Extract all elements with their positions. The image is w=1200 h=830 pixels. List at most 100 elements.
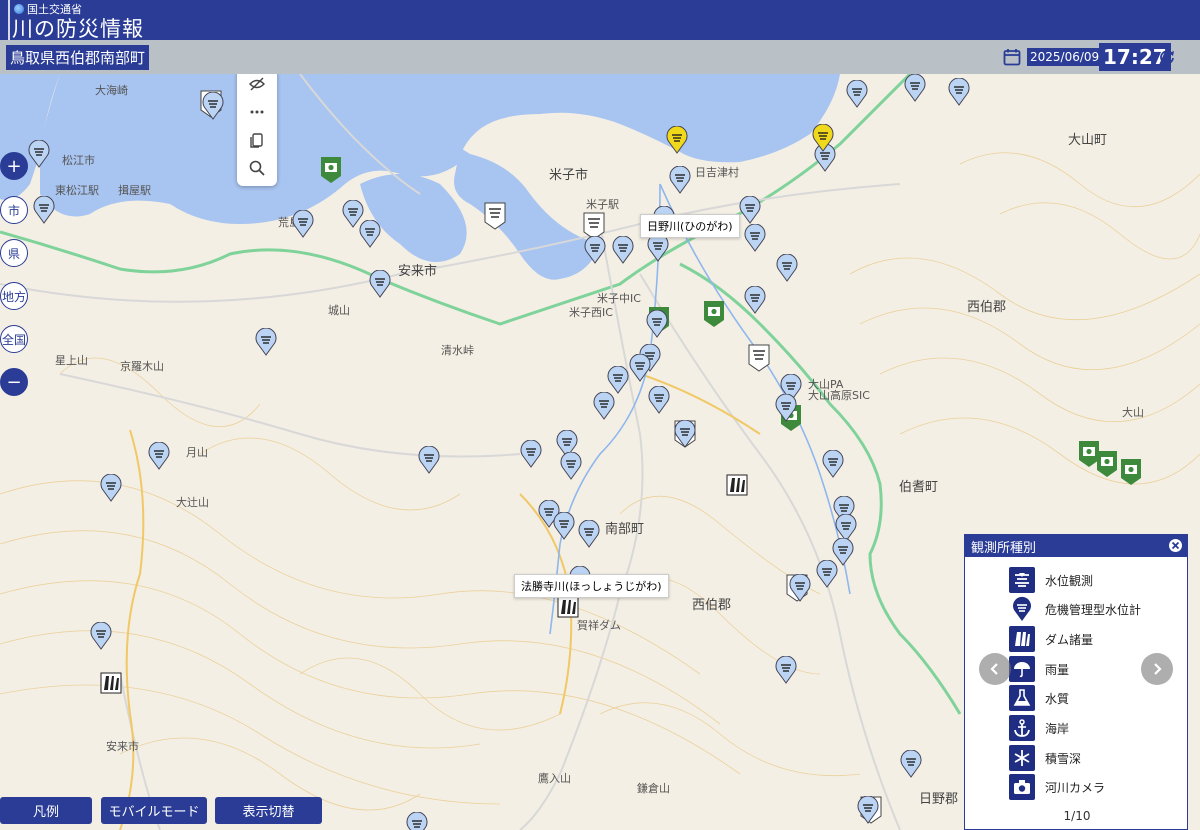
dam-marker-icon[interactable] [100, 672, 122, 700]
legend-label: 海岸 [1045, 721, 1070, 736]
search-icon[interactable] [247, 158, 267, 178]
water-level-marker-icon[interactable] [776, 254, 798, 282]
water-level-marker-icon[interactable] [578, 520, 600, 548]
water-level-box-marker-icon[interactable] [748, 344, 770, 372]
map-tool-palette [237, 74, 277, 186]
zoom-out-button[interactable]: − [0, 368, 28, 396]
location-name: 鳥取県西伯郡南部町 [6, 45, 150, 70]
legend-label: 水質 [1045, 691, 1070, 706]
water-level-marker-icon[interactable] [292, 210, 314, 238]
water-level-marker-icon[interactable] [775, 394, 797, 422]
water-level-marker-icon[interactable] [647, 234, 669, 262]
legend-label: ダム諸量 [1045, 632, 1094, 647]
water-level-marker-icon[interactable] [359, 220, 381, 248]
water-level-marker-icon[interactable] [202, 92, 224, 120]
water-level-marker-icon[interactable] [593, 392, 615, 420]
legend-label: 積雪深 [1045, 751, 1082, 766]
dam-marker-icon[interactable] [557, 596, 579, 624]
water-level-marker-icon[interactable] [812, 124, 834, 152]
more-icon[interactable] [247, 102, 267, 122]
scale-city-button[interactable]: 市 [0, 196, 28, 224]
location-bar: 鳥取県西伯郡南部町 2025/06/09 17:27 [0, 40, 1200, 74]
water-level-marker-icon[interactable] [744, 224, 766, 252]
umbrella-icon [1009, 656, 1035, 682]
dam-marker-icon[interactable] [726, 474, 748, 502]
water-level-marker-icon[interactable] [669, 166, 691, 194]
water-level-marker-icon[interactable] [90, 622, 112, 650]
water-level-marker-icon[interactable] [948, 78, 970, 106]
zoom-in-button[interactable]: + [0, 152, 28, 180]
water-level-marker-icon[interactable] [255, 328, 277, 356]
water-level-marker-icon[interactable] [553, 512, 575, 540]
scale-region-button[interactable]: 地方 [0, 282, 28, 310]
water-level-marker-icon[interactable] [100, 474, 122, 502]
camera-marker-icon[interactable] [320, 156, 342, 184]
display-toggle-button[interactable]: 表示切替 [215, 797, 322, 824]
app-title[interactable]: 川の防災情報 [12, 13, 144, 43]
water-level-box-marker-icon[interactable] [484, 202, 506, 230]
place-label: 京羅木山 [120, 360, 164, 373]
scale-prefecture-button[interactable]: 県 [0, 239, 28, 267]
close-icon[interactable] [1168, 538, 1183, 553]
water-level-marker-icon[interactable] [739, 196, 761, 224]
place-label: 米子駅 [586, 198, 619, 211]
legend-prev-button[interactable] [979, 653, 1011, 685]
water-level-marker-icon[interactable] [28, 140, 50, 168]
water-level-marker-icon[interactable] [822, 450, 844, 478]
water-level-marker-icon[interactable] [584, 236, 606, 264]
copy-icon[interactable] [247, 130, 267, 150]
place-label: 月山 [186, 446, 208, 459]
camera-marker-icon[interactable] [703, 300, 725, 328]
water-level-marker-icon[interactable] [607, 366, 629, 394]
water-level-marker-icon[interactable] [33, 196, 55, 224]
place-label: 鎌倉山 [637, 782, 670, 795]
water-level-icon [1009, 567, 1035, 593]
refresh-icon[interactable] [1158, 48, 1176, 66]
camera-marker-icon[interactable] [1120, 458, 1142, 486]
water-level-marker-icon[interactable] [560, 452, 582, 480]
water-level-marker-icon[interactable] [900, 750, 922, 778]
scale-national-button[interactable]: 全国 [0, 325, 28, 353]
water-level-marker-icon[interactable] [418, 446, 440, 474]
water-level-marker-icon[interactable] [816, 560, 838, 588]
water-level-marker-icon[interactable] [369, 270, 391, 298]
place-label: 賀祥ダム [577, 619, 621, 632]
crisis-water-gauge-icon [1009, 596, 1035, 622]
water-level-marker-icon[interactable] [775, 656, 797, 684]
legend-label: 河川カメラ [1045, 780, 1106, 795]
camera-icon [1009, 774, 1035, 800]
water-level-marker-icon[interactable] [846, 80, 868, 108]
water-level-marker-icon[interactable] [744, 286, 766, 314]
hide-icon[interactable] [247, 74, 267, 94]
place-label: 日吉津村 [695, 166, 739, 179]
water-level-marker-icon[interactable] [646, 310, 668, 338]
place-label: 大山町 [1068, 133, 1108, 148]
calendar-icon[interactable] [1003, 48, 1021, 66]
water-level-marker-icon[interactable] [406, 812, 428, 830]
water-level-marker-icon[interactable] [789, 574, 811, 602]
place-label: 松江市 [62, 154, 95, 167]
river-tooltip-hino[interactable]: 日野川(ひのがわ) [640, 214, 740, 238]
camera-marker-icon[interactable] [1096, 450, 1118, 478]
legend-pager: 1/10 [1063, 809, 1091, 823]
water-level-marker-icon[interactable] [666, 126, 688, 154]
app-header: 国土交通省 川の防災情報 [0, 0, 1200, 43]
legend-item: 河川カメラ [1009, 774, 1105, 800]
date-display[interactable]: 2025/06/09 [1027, 48, 1103, 66]
place-label: 大山高原SIC [808, 389, 870, 402]
place-label: 西伯郡 [692, 598, 732, 613]
river-tooltip-hosshoji[interactable]: 法勝寺川(ほっしょうじがわ) [514, 574, 669, 598]
legend-next-button[interactable] [1141, 653, 1173, 685]
snowflake-icon [1009, 745, 1035, 771]
legend-button[interactable]: 凡例 [0, 797, 92, 824]
water-level-marker-icon[interactable] [520, 440, 542, 468]
mobile-mode-button[interactable]: モバイルモード [101, 797, 207, 824]
water-level-marker-icon[interactable] [674, 420, 696, 448]
water-level-marker-icon[interactable] [148, 442, 170, 470]
water-level-marker-icon[interactable] [904, 74, 926, 102]
water-level-marker-icon[interactable] [612, 236, 634, 264]
place-label: 伯耆町 [899, 480, 939, 495]
water-level-marker-icon[interactable] [857, 796, 879, 824]
water-level-marker-icon[interactable] [629, 354, 651, 382]
water-level-marker-icon[interactable] [648, 386, 670, 414]
